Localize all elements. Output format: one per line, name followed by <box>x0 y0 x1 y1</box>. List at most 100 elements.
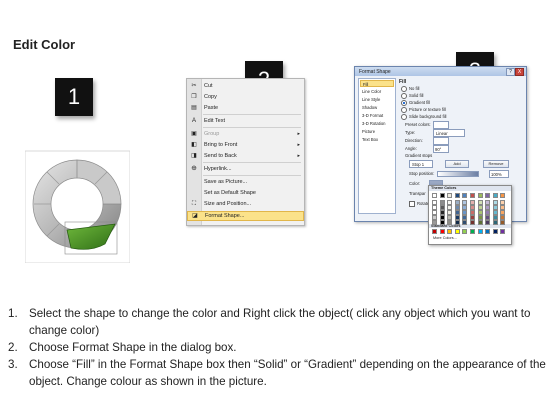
option-gradient-fill[interactable]: Gradient fill <box>401 100 430 106</box>
close-button[interactable]: X <box>515 68 524 76</box>
edit-text-icon: A <box>191 117 196 124</box>
remove-stop-button[interactable]: Remove <box>483 160 509 168</box>
chevron-right-icon: ▸ <box>297 153 300 159</box>
menu-item-bring-to-front[interactable]: ◧ Bring to Front ▸ <box>187 140 304 150</box>
category-fill[interactable]: Fill <box>360 80 394 87</box>
theme-color-swatch[interactable] <box>432 220 437 225</box>
theme-color-swatch[interactable] <box>500 193 506 198</box>
menu-item-edit-text[interactable]: A Edit Text <box>187 116 304 126</box>
angle-value: 90° <box>435 146 442 152</box>
radio-icon <box>401 107 407 113</box>
stop-dropdown[interactable]: Stop 1 <box>409 160 433 168</box>
theme-color-swatch[interactable] <box>485 220 491 225</box>
stop-position-input[interactable]: 100% <box>489 170 509 178</box>
option-picture-fill[interactable]: Picture or texture fill <box>401 107 446 113</box>
menu-item-group[interactable]: ▣ Group ▸ <box>187 129 304 139</box>
stop-position-label: Stop position: <box>409 171 435 176</box>
instruction-step-1: 1. Select the shape to change the color … <box>8 305 553 339</box>
stop-position-value: 100% <box>491 171 502 177</box>
type-dropdown[interactable]: Linear <box>433 129 465 137</box>
direction-label: Direction: <box>405 138 423 143</box>
theme-color-swatch[interactable] <box>500 220 506 225</box>
category-3d-rotation[interactable]: 3-D Rotation <box>360 120 394 127</box>
theme-color-swatch[interactable] <box>477 193 483 198</box>
dialog-titlebar: Format Shape <box>355 67 526 76</box>
hyperlink-icon: 🜨 <box>191 165 197 172</box>
standard-color-swatch[interactable] <box>492 229 498 234</box>
category-3d-format[interactable]: 3-D Format <box>360 112 394 119</box>
standard-color-swatch[interactable] <box>432 229 437 234</box>
standard-color-swatch[interactable] <box>439 229 445 234</box>
send-back-icon: ◨ <box>191 152 197 159</box>
theme-color-swatch[interactable] <box>462 193 468 198</box>
standard-color-swatch[interactable] <box>447 229 453 234</box>
scissors-icon: ✂ <box>191 82 197 89</box>
theme-color-swatch[interactable] <box>462 220 468 225</box>
menu-item-save-as-picture[interactable]: Save as Picture... <box>187 177 304 187</box>
theme-colors-heading: Theme Colors <box>429 186 511 191</box>
category-line-style[interactable]: Line Style <box>360 96 394 103</box>
category-shadow[interactable]: Shadow <box>360 104 394 111</box>
option-solid-fill[interactable]: Solid fill <box>401 93 423 99</box>
category-line-color[interactable]: Line Color <box>360 88 394 95</box>
standard-color-swatch[interactable] <box>485 229 491 234</box>
theme-color-swatch[interactable] <box>439 220 445 225</box>
theme-color-swatch[interactable] <box>470 193 475 198</box>
theme-color-swatch[interactable] <box>477 220 483 225</box>
category-text-box[interactable]: Text Box <box>360 136 394 143</box>
menu-item-send-to-back[interactable]: ◨ Send to Back ▸ <box>187 151 304 161</box>
color-label: Color: <box>409 181 421 186</box>
category-picture[interactable]: Picture <box>360 128 394 135</box>
type-value: Linear <box>436 130 448 136</box>
angle-input[interactable]: 90° <box>433 145 449 153</box>
menu-item-set-default-shape[interactable]: Set as Default Shape <box>187 188 304 198</box>
copy-icon: ❐ <box>191 93 197 100</box>
step-text: Choose “Fill” in the Format Shape box th… <box>29 358 546 388</box>
more-colors-link[interactable]: More Colors... <box>433 236 457 240</box>
menu-item-size-position[interactable]: ⛶ Size and Position... <box>187 199 304 209</box>
circular-arrow-ring[interactable] <box>25 148 130 263</box>
theme-color-swatch[interactable] <box>485 193 491 198</box>
menu-item-paste[interactable]: ▤ Paste <box>187 103 304 113</box>
standard-color-swatch[interactable] <box>470 229 475 234</box>
option-no-fill[interactable]: No fill <box>401 86 419 92</box>
direction-dropdown[interactable] <box>433 137 449 145</box>
step-text: Select the shape to change the color and… <box>29 307 531 337</box>
standard-color-swatch[interactable] <box>477 229 483 234</box>
size-icon: ⛶ <box>191 200 197 207</box>
paste-icon: ▤ <box>191 104 197 111</box>
context-menu: ✂ Cut ❐ Copy ▤ Paste A Edit Text ▣ Group… <box>186 78 305 226</box>
theme-color-swatch[interactable] <box>454 220 460 225</box>
theme-color-swatch[interactable] <box>492 193 498 198</box>
theme-color-swatch[interactable] <box>447 193 453 198</box>
checkbox-icon <box>409 201 415 207</box>
angle-label: Angle: <box>405 146 417 151</box>
radio-icon <box>401 114 407 120</box>
theme-color-swatch[interactable] <box>447 220 453 225</box>
type-label: Type: <box>405 130 416 135</box>
chevron-right-icon: ▸ <box>297 131 300 137</box>
stop-position-slider[interactable] <box>437 171 479 177</box>
chevron-right-icon: ▸ <box>297 142 300 148</box>
menu-item-format-shape[interactable]: ◪ Format Shape... <box>187 211 304 221</box>
help-button[interactable]: ? <box>506 68 515 76</box>
theme-color-swatch[interactable] <box>454 193 460 198</box>
radio-selected-icon <box>401 100 407 106</box>
option-slide-background-fill[interactable]: Slide background fill <box>401 114 446 120</box>
menu-item-cut[interactable]: ✂ Cut <box>187 81 304 91</box>
theme-color-swatch[interactable] <box>432 193 437 198</box>
green-arrow-segment[interactable] <box>66 223 116 250</box>
transparency-label: Transpar <box>409 191 426 196</box>
standard-color-swatch[interactable] <box>500 229 506 234</box>
add-stop-button[interactable]: Add <box>445 160 469 168</box>
menu-item-copy[interactable]: ❐ Copy <box>187 92 304 102</box>
theme-color-swatch[interactable] <box>439 193 445 198</box>
theme-color-swatch[interactable] <box>492 220 498 225</box>
standard-color-swatch[interactable] <box>454 229 460 234</box>
theme-color-swatch[interactable] <box>470 220 475 225</box>
menu-item-hyperlink[interactable]: 🜨 Hyperlink... <box>187 164 304 174</box>
preset-colors-dropdown[interactable] <box>433 121 449 129</box>
step-number: 1. <box>8 307 18 320</box>
standard-color-swatch[interactable] <box>462 229 468 234</box>
rotate-checkbox[interactable]: Rotate <box>409 201 429 207</box>
